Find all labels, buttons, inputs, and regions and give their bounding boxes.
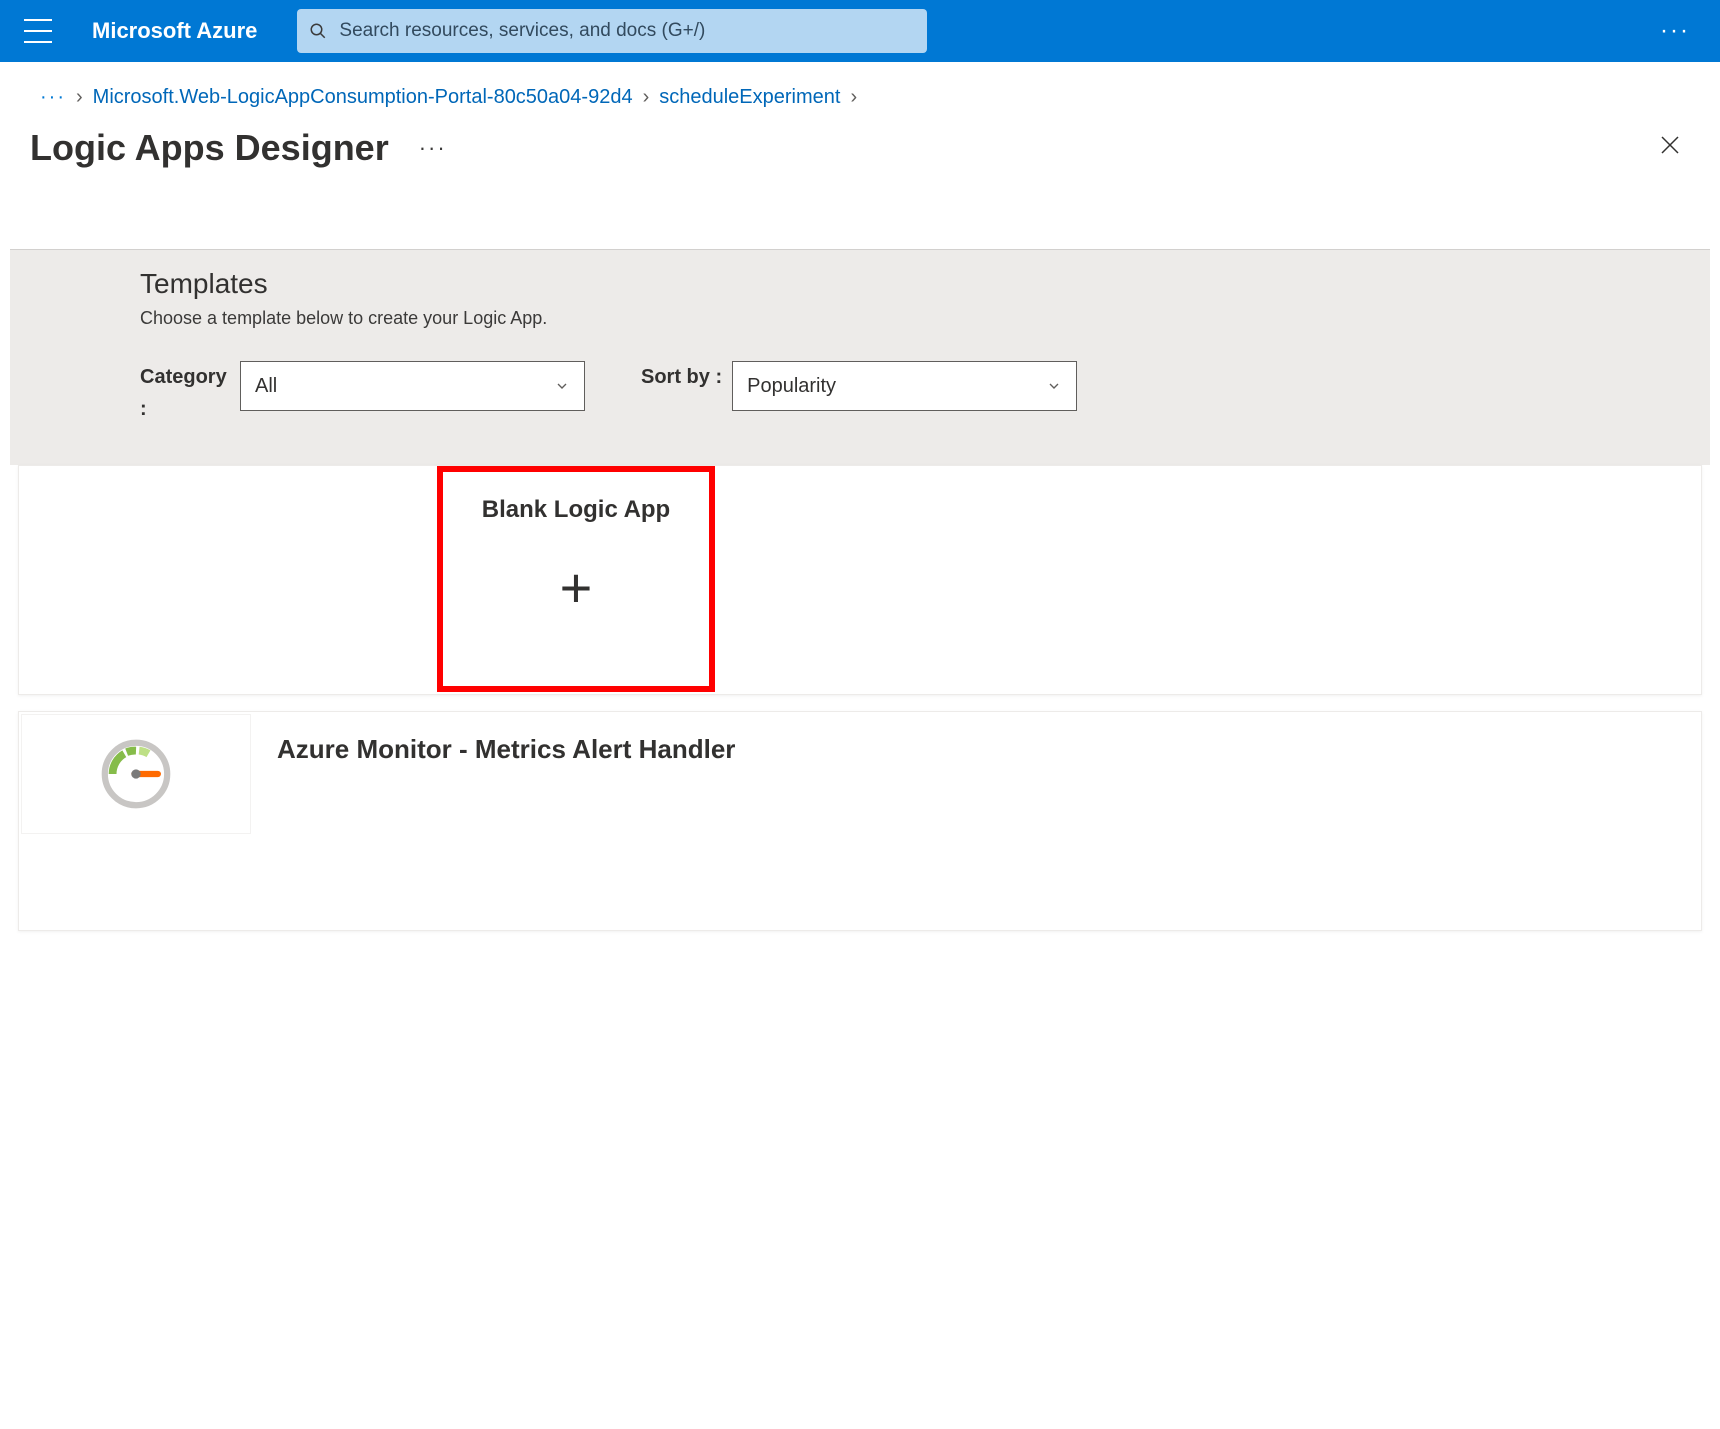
- topbar-more-button[interactable]: ···: [1650, 17, 1700, 45]
- top-bar: Microsoft Azure ···: [0, 0, 1720, 62]
- sort-label: Sort by :: [641, 361, 722, 393]
- breadcrumb-overflow[interactable]: ···: [40, 86, 66, 109]
- highlight-annotation: Blank Logic App +: [437, 466, 715, 692]
- chevron-right-icon: ›: [850, 86, 857, 109]
- breadcrumb: ··· › Microsoft.Web-LogicAppConsumption-…: [0, 62, 1720, 117]
- sort-value: Popularity: [747, 375, 836, 398]
- hamburger-menu-button[interactable]: [24, 19, 52, 43]
- plus-icon: +: [560, 560, 593, 616]
- close-icon: [1658, 133, 1682, 157]
- category-select[interactable]: All: [240, 361, 585, 411]
- brand-label: Microsoft Azure: [92, 18, 257, 44]
- title-row: Logic Apps Designer ···: [0, 117, 1720, 199]
- global-search[interactable]: [297, 9, 927, 53]
- templates-header: Templates Choose a template below to cre…: [10, 250, 1710, 465]
- blank-logic-app-title: Blank Logic App: [482, 496, 670, 524]
- close-blade-button[interactable]: [1650, 128, 1690, 168]
- chevron-right-icon: ›: [643, 86, 650, 109]
- templates-scroll-pane[interactable]: Templates Choose a template below to cre…: [10, 250, 1710, 970]
- title-more-button[interactable]: ···: [419, 135, 447, 161]
- breadcrumb-link-resource[interactable]: scheduleExperiment: [659, 86, 840, 109]
- template-card-azure-monitor[interactable]: Azure Monitor - Metrics Alert Handler: [18, 711, 1702, 931]
- search-input[interactable]: [339, 20, 915, 42]
- template-title: Azure Monitor - Metrics Alert Handler: [277, 712, 735, 765]
- search-icon: [309, 22, 327, 40]
- templates-subheading: Choose a template below to create your L…: [140, 308, 1580, 329]
- templates-heading: Templates: [140, 268, 1580, 300]
- sort-select[interactable]: Popularity: [732, 361, 1077, 411]
- chevron-down-icon: [1046, 378, 1062, 394]
- category-label: Category :: [140, 361, 230, 425]
- gauge-icon: [97, 735, 175, 813]
- category-value: All: [255, 375, 277, 398]
- template-card-blank-logic-app[interactable]: Blank Logic App +: [18, 465, 1702, 695]
- breadcrumb-link-deployment[interactable]: Microsoft.Web-LogicAppConsumption-Portal…: [93, 86, 633, 109]
- page-title: Logic Apps Designer: [30, 127, 389, 169]
- template-icon-wrap: [21, 714, 251, 834]
- chevron-right-icon: ›: [76, 86, 83, 109]
- chevron-down-icon: [554, 378, 570, 394]
